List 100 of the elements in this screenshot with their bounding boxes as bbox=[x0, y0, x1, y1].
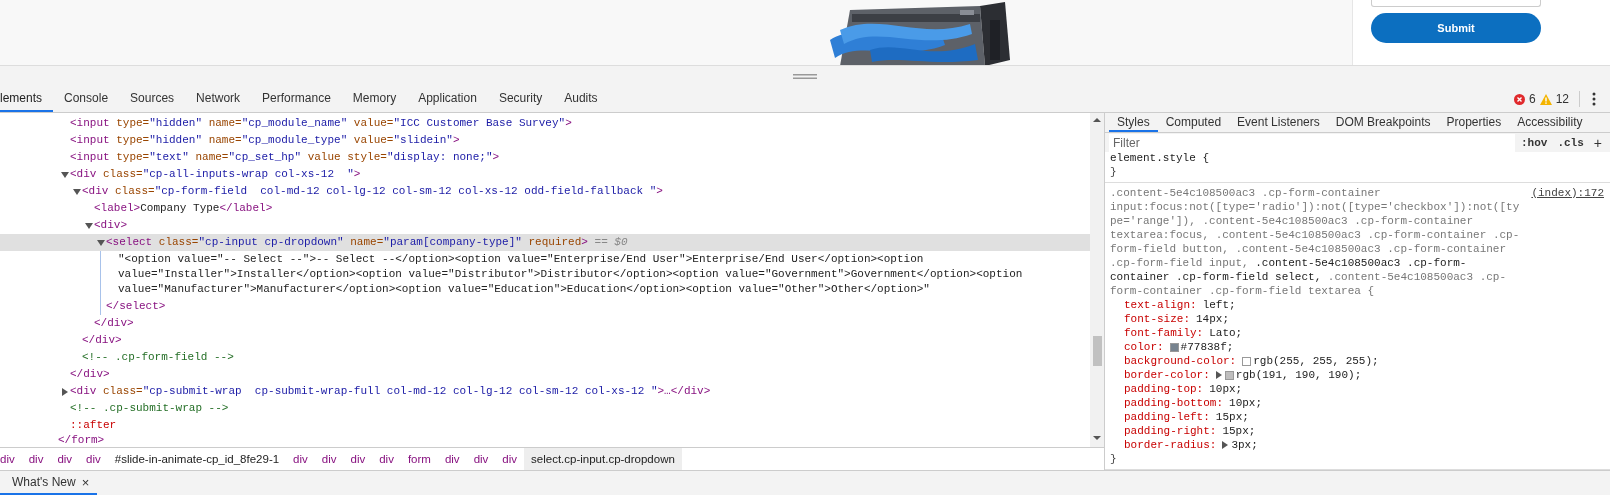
sidebar-tab[interactable]: DOM Breakpoints bbox=[1327, 113, 1439, 132]
collapse-arrow-icon[interactable] bbox=[61, 171, 69, 179]
panel-tab[interactable]: Memory bbox=[341, 86, 408, 112]
error-count: 6 bbox=[1528, 92, 1536, 106]
dom-line: <select class="cp-input cp-dropdown" name="param[company-type]" required> == $0 bbox=[106, 236, 628, 248]
tree-row[interactable]: <!-- .cp-form-field --> bbox=[0, 349, 1090, 366]
dom-line: <label>Company Type</label> bbox=[94, 202, 273, 214]
breadcrumb[interactable]: #slide-in-animate-cp_id_8fe29-1 bbox=[107, 448, 287, 470]
breadcrumb[interactable]: div bbox=[79, 448, 108, 470]
source-link[interactable]: (index):172 bbox=[1531, 186, 1604, 200]
css-property[interactable]: font-size: bbox=[1124, 312, 1190, 326]
panel-tab[interactable]: Console bbox=[53, 86, 120, 112]
color-swatch[interactable] bbox=[1224, 370, 1234, 380]
expand-arrow-icon[interactable] bbox=[1222, 441, 1229, 449]
css-property[interactable]: padding-left: bbox=[1124, 410, 1210, 424]
css-value[interactable]: 15px; bbox=[1215, 410, 1249, 424]
css-value[interactable]: 3px; bbox=[1231, 438, 1258, 452]
css-value[interactable]: 14px; bbox=[1196, 312, 1230, 326]
drawer-tab-label: What's New bbox=[12, 475, 76, 489]
css-property[interactable]: padding-bottom: bbox=[1124, 396, 1224, 410]
dom-line: </div> bbox=[94, 317, 134, 329]
breadcrumb[interactable]: div bbox=[466, 448, 496, 470]
close-icon[interactable]: × bbox=[81, 474, 90, 490]
dom-line: <div class="cp-submit-wrap cp-submit-wrap-full col-md-12 col-lg-12 col-sm-12 col-xs-12 ">…</div> bbox=[70, 385, 711, 397]
panel-tab[interactable]: Security bbox=[487, 86, 554, 112]
css-value[interactable]: 10px; bbox=[1209, 382, 1243, 396]
breadcrumb[interactable]: div bbox=[437, 448, 467, 470]
tree-row[interactable]: <!-- .cp-submit-wrap --> bbox=[0, 400, 1090, 417]
breadcrumb[interactable]: form bbox=[400, 448, 438, 470]
input-field[interactable] bbox=[1371, 0, 1541, 7]
hover-state-toggle[interactable]: :hov bbox=[1517, 136, 1552, 149]
css-value[interactable]: 15px; bbox=[1222, 424, 1256, 438]
breadcrumb[interactable]: div bbox=[21, 448, 51, 470]
sidebar-tab[interactable]: Event Listeners bbox=[1229, 113, 1328, 132]
tree-row[interactable]: <label>Company Type</label> bbox=[0, 200, 1090, 217]
css-value[interactable]: rgb(255, 255, 255); bbox=[1253, 354, 1379, 368]
tree-row[interactable]: <select class="cp-input cp-dropdown" name="param[company-type]" required> == $0 bbox=[0, 234, 1090, 251]
collapse-arrow-icon[interactable] bbox=[85, 222, 93, 230]
color-swatch[interactable] bbox=[1169, 342, 1179, 352]
filter-field[interactable]: Filter bbox=[1109, 133, 1515, 152]
color-swatch[interactable] bbox=[1242, 356, 1252, 366]
expand-arrow-icon[interactable] bbox=[1215, 371, 1222, 379]
panel-tab[interactable]: Network bbox=[185, 86, 252, 112]
breadcrumb[interactable]: div bbox=[372, 448, 401, 470]
new-rule-button[interactable]: + bbox=[1589, 134, 1606, 151]
sidebar-tab[interactable]: Computed bbox=[1157, 113, 1230, 132]
panel-tab[interactable]: Performance bbox=[251, 86, 342, 112]
tree-row[interactable]: <input type="hidden" name="cp_module_type" value="slidein"> bbox=[0, 132, 1090, 149]
css-value[interactable]: #77838f; bbox=[1180, 340, 1234, 354]
more-menu-icon[interactable] bbox=[1592, 92, 1596, 106]
tree-row[interactable]: <input type="hidden" name="cp_module_name" value="ICC Customer Base Survey"> bbox=[0, 115, 1090, 132]
panel-tab[interactable]: Audits bbox=[553, 86, 609, 112]
tree-row[interactable]: ::after bbox=[0, 417, 1090, 434]
breadcrumb[interactable]: div bbox=[495, 448, 525, 470]
css-value[interactable]: 10px; bbox=[1229, 396, 1263, 410]
breadcrumb[interactable]: div bbox=[286, 448, 315, 470]
collapse-arrow-icon[interactable] bbox=[97, 239, 105, 247]
drawer-tab[interactable]: What's New × bbox=[0, 471, 98, 495]
breadcrumb[interactable]: div bbox=[50, 448, 80, 470]
submit-button[interactable]: Submit bbox=[1371, 13, 1541, 43]
dom-comment: <!-- .cp-submit-wrap --> bbox=[70, 402, 229, 414]
expand-arrow-icon[interactable] bbox=[61, 388, 69, 396]
breadcrumb[interactable]: div bbox=[0, 448, 22, 470]
dom-line: </form> bbox=[58, 434, 105, 443]
resize-grip-icon[interactable] bbox=[793, 73, 817, 79]
error-icon[interactable] bbox=[1513, 93, 1525, 105]
tree-row[interactable]: <div class="cp-form-field col-md-12 col-lg-12 col-sm-12 col-xs-12 odd-field-fallback "> bbox=[0, 183, 1090, 200]
breadcrumb[interactable]: div bbox=[343, 448, 373, 470]
collapse-arrow-icon[interactable] bbox=[73, 188, 81, 196]
class-toggle[interactable]: .cls bbox=[1553, 136, 1588, 149]
css-value[interactable]: Lato; bbox=[1209, 326, 1243, 340]
tree-row[interactable]: <div> bbox=[0, 217, 1090, 234]
css-property[interactable]: background-color: bbox=[1124, 354, 1237, 368]
dom-line: <input type="text" name="cp_set_hp" value style="display: none;"> bbox=[70, 151, 500, 163]
panel-tab[interactable]: lements bbox=[0, 86, 54, 112]
css-property[interactable]: padding-right: bbox=[1124, 424, 1217, 438]
breadcrumb[interactable]: select.cp-input.cp-dropdown bbox=[524, 448, 682, 470]
dom-line: <div class="cp-all-inputs-wrap col-xs-12 "> bbox=[70, 168, 361, 180]
css-property[interactable]: color: bbox=[1124, 340, 1164, 354]
css-selector: .content-5e4c108500ac3 .cp-form-container input:focus:not([type='radio']):not([type='checkbox']):not([type='range']), .content-5e4c108500ac3 .cp-form-container textarea:focus, .content-5e4c108500ac3 .cp-form-container .cp-form-field button, .content-5e4c108500ac3 .cp-form-container .cp-form-field input, .content-5e4c108500ac3 .cp-form-container .cp-form-field select, .content-5e4c108500ac3 .cp-form-container .cp-form-field textarea { bbox=[1110, 186, 1520, 298]
tree-row[interactable]: <input type="text" name="cp_set_hp" value style="display: none;"> bbox=[0, 149, 1090, 166]
panel-tab[interactable]: Sources bbox=[119, 86, 186, 112]
css-property[interactable]: border-radius: bbox=[1124, 438, 1217, 452]
dom-line: </select> bbox=[106, 300, 166, 312]
css-value[interactable]: left; bbox=[1202, 298, 1236, 312]
rule-close-brace: } bbox=[1110, 165, 1118, 179]
breadcrumb[interactable]: div bbox=[314, 448, 344, 470]
css-property[interactable]: font-family: bbox=[1124, 326, 1204, 340]
dom-line: <input type="hidden" name="cp_module_type" value="slidein"> bbox=[70, 134, 460, 146]
css-property[interactable]: padding-top: bbox=[1124, 382, 1204, 396]
dom-line: <div> bbox=[94, 219, 127, 231]
scrollbar[interactable] bbox=[1090, 113, 1104, 447]
tree-row[interactable]: <div class="cp-submit-wrap cp-submit-wrap-full col-md-12 col-lg-12 col-sm-12 col-xs-12 ">…</div> bbox=[0, 383, 1090, 400]
sidebar-tab[interactable]: Accessibility bbox=[1509, 113, 1591, 132]
css-property[interactable]: text-align: bbox=[1124, 298, 1197, 312]
css-property[interactable]: border-color: bbox=[1124, 368, 1210, 382]
css-value[interactable]: rgb(191, 190, 190); bbox=[1235, 368, 1362, 382]
panel-tab[interactable]: Application bbox=[407, 86, 488, 112]
sidebar-tab[interactable]: Properties bbox=[1438, 113, 1510, 132]
tree-row[interactable]: <div class="cp-all-inputs-wrap col-xs-12 "> bbox=[0, 166, 1090, 183]
